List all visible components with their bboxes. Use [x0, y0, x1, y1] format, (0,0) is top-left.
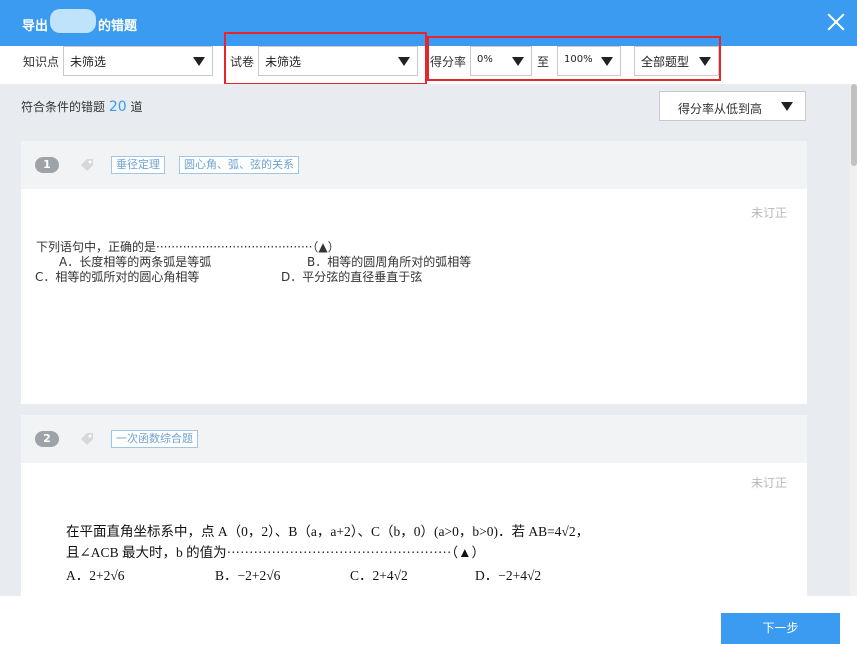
question-card-header: 1 垂径定理 圆心角、弧、弦的关系 — [21, 141, 807, 189]
chevron-down-icon — [781, 102, 793, 111]
chevron-down-icon — [193, 57, 205, 66]
question-list-area: 符合条件的错题 20 道 得分率从低到高 1 垂径定理 圆心角、弧、弦的关系 未… — [0, 84, 850, 596]
question-stem-line1: 在平面直角坐标系中，点 A（0，2）、B（a，a+2）、C（b，0）(a>0，b… — [66, 524, 590, 539]
question-stem-line2: 且∠ACB 最大时，b 的值为·························… — [66, 545, 485, 560]
option-d: D．平分弦的直径垂直于弦 — [281, 270, 423, 284]
dialog-title-suffix: 的错题 — [98, 19, 138, 34]
dialog-title-prefix: 导出 — [22, 19, 49, 34]
knowledge-tag[interactable]: 一次函数综合题 — [111, 430, 198, 448]
question-card: 1 垂径定理 圆心角、弧、弦的关系 未订正 下列语句中，正确的是········… — [21, 141, 807, 404]
question-number: 1 — [35, 157, 59, 173]
option-a: A．2+2√6 — [66, 568, 125, 583]
next-step-button[interactable]: 下一步 — [721, 613, 840, 644]
tag-icon — [81, 159, 93, 171]
knowledge-tag[interactable]: 垂径定理 — [111, 156, 165, 174]
knowledge-label: 知识点 — [23, 55, 60, 69]
sort-select-value: 得分率从低到高 — [678, 102, 763, 116]
knowledge-select-value: 未筛选 — [70, 55, 107, 69]
filter-bar: 知识点 未筛选 试卷 未筛选 得分率 0% 至 100% 全部题型 — [0, 32, 857, 85]
correction-status: 未订正 — [750, 206, 787, 220]
scrollbar-thumb[interactable] — [851, 84, 857, 166]
paper-select[interactable]: 未筛选 — [258, 46, 418, 76]
option-c: C．2+4√2 — [350, 568, 408, 583]
tag-icon — [81, 433, 93, 445]
option-b: B．−2+2√6 — [215, 568, 281, 583]
knowledge-tag[interactable]: 圆心角、弧、弦的关系 — [179, 156, 299, 174]
knowledge-select[interactable]: 未筛选 — [63, 46, 213, 76]
result-count-prefix: 符合条件的错题 — [21, 100, 106, 114]
correction-status: 未订正 — [750, 476, 787, 490]
redacted-name — [50, 9, 96, 33]
option-c: C．相等的弧所对的圆心角相等 — [35, 270, 200, 284]
close-icon[interactable] — [826, 12, 846, 32]
vertical-scrollbar[interactable] — [850, 84, 857, 596]
paper-select-value: 未筛选 — [265, 55, 302, 69]
dialog-footer: 下一步 — [0, 596, 857, 647]
sort-select[interactable]: 得分率从低到高 — [659, 91, 806, 121]
question-number: 2 — [35, 431, 59, 447]
option-d: D．−2+4√2 — [475, 568, 542, 583]
question-card: 2 一次函数综合题 未订正 在平面直角坐标系中，点 A（0，2）、B（a，a+2… — [21, 415, 807, 596]
question-card-header: 2 一次函数综合题 — [21, 415, 807, 463]
chevron-down-icon — [398, 57, 410, 66]
result-count-suffix: 道 — [130, 100, 143, 114]
result-count-number: 20 — [108, 99, 127, 115]
score-type-highlight-box — [427, 36, 721, 81]
result-count: 符合条件的错题 20 道 — [21, 98, 143, 115]
paper-label: 试卷 — [230, 55, 255, 69]
